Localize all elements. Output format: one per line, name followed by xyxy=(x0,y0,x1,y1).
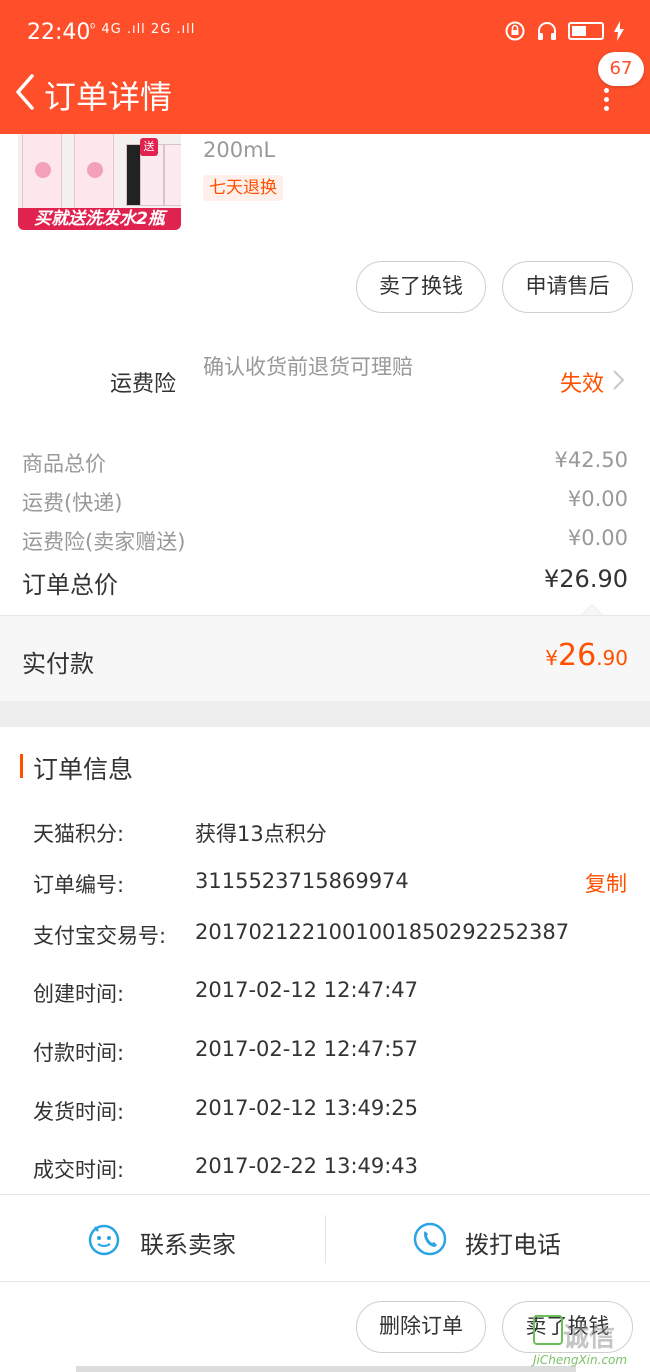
shipping-insurance-status[interactable]: 失效 xyxy=(560,366,604,398)
service-tag: 七天退换 xyxy=(203,175,283,201)
status-icons xyxy=(504,20,624,42)
info-value: 2017021221001001850292252387 xyxy=(195,920,570,944)
delete-order-button[interactable]: 删除订单 xyxy=(356,1301,486,1353)
header: 22:40 ⁰ 4G .ıll 2G .ıll 订单详情 67 xyxy=(0,0,650,134)
info-row-completed: 成交时间: 2017-02-22 13:49:43 xyxy=(33,1154,633,1184)
price-row-insurance: 运费险(卖家赠送) ¥0.00 xyxy=(22,526,628,558)
order-info-title: 订单信息 xyxy=(33,755,134,784)
info-row-paid: 付款时间: 2017-02-12 12:47:57 xyxy=(33,1037,633,1067)
info-label: 付款时间: xyxy=(33,1041,125,1065)
back-icon[interactable] xyxy=(10,70,44,114)
info-value: 3115523715869974 xyxy=(195,869,409,893)
bottle-image xyxy=(74,134,114,214)
gift-tag: 送 xyxy=(140,138,158,156)
chat-face-icon xyxy=(88,1224,120,1256)
info-value: 获得13点积分 xyxy=(195,822,327,846)
price-row-goods: 商品总价 ¥42.50 xyxy=(22,448,628,480)
after-sales-button[interactable]: 申请售后 xyxy=(502,261,633,313)
scroll-indicator xyxy=(76,1366,576,1372)
info-label: 创建时间: xyxy=(33,982,125,1006)
headphones-icon xyxy=(538,22,556,40)
info-label: 支付宝交易号: xyxy=(33,924,167,948)
paid-integer: 26 xyxy=(558,638,597,673)
contact-seller-button[interactable]: 联系卖家 xyxy=(0,1195,325,1283)
watermark-subtext: JiChengXin.com xyxy=(533,1353,628,1367)
chevron-right-icon[interactable] xyxy=(612,368,626,392)
mini-bottle-image xyxy=(164,144,181,206)
call-phone-label: 拨打电话 xyxy=(465,1231,561,1259)
section-accent-bar xyxy=(20,754,23,778)
price-row-shipping: 运费(快递) ¥0.00 xyxy=(22,487,628,519)
order-total-row: 订单总价 ¥26.90 xyxy=(22,565,628,599)
info-value: 2017-02-12 12:47:57 xyxy=(195,1037,419,1061)
price-label: 运费(快递) xyxy=(22,491,123,515)
lock-rotation-icon xyxy=(505,21,525,41)
watermark-mark xyxy=(533,1315,563,1345)
shipping-insurance-label: 运费险 xyxy=(110,372,177,397)
page-title: 订单详情 xyxy=(44,78,173,116)
status-time: 22:40 xyxy=(27,20,91,45)
info-row-points: 天猫积分: 获得13点积分 xyxy=(33,818,633,848)
contact-seller-label: 联系卖家 xyxy=(140,1231,236,1259)
phone-icon xyxy=(413,1222,447,1256)
info-value: 2017-02-12 12:47:47 xyxy=(195,978,419,1002)
order-total-label: 订单总价 xyxy=(22,571,118,599)
info-row-alipay-number: 支付宝交易号: 2017021221001001850292252387 xyxy=(33,920,633,950)
paid-label: 实付款 xyxy=(22,650,94,678)
paid-amount: ¥26.90 xyxy=(545,638,628,673)
paid-amount-box: 实付款 ¥26.90 xyxy=(0,615,650,701)
info-label: 订单编号: xyxy=(33,873,125,897)
info-label: 成交时间: xyxy=(33,1158,125,1182)
watermark-text: 诚信 xyxy=(563,1323,616,1353)
info-row-order-number: 订单编号: 3115523715869974 xyxy=(33,869,633,899)
order-total-value: ¥26.90 xyxy=(544,565,628,593)
watermark-logo: 诚信 JiChengXin.com xyxy=(533,1315,650,1372)
info-row-created: 创建时间: 2017-02-12 12:47:47 xyxy=(33,978,633,1008)
status-bar: 22:40 ⁰ 4G .ıll 2G .ıll xyxy=(0,0,650,64)
paid-decimal: .90 xyxy=(596,646,628,670)
sell-exchange-button[interactable]: 卖了换钱 xyxy=(356,261,486,313)
price-label: 商品总价 xyxy=(22,452,106,476)
price-label: 运费险(卖家赠送) xyxy=(22,530,186,554)
more-menu-icon[interactable] xyxy=(602,88,612,111)
price-value: ¥0.00 xyxy=(567,487,628,511)
info-row-shipped: 发货时间: 2017-02-12 13:49:25 xyxy=(33,1096,633,1126)
section-gap xyxy=(0,701,650,727)
info-value: 2017-02-12 13:49:25 xyxy=(195,1096,419,1120)
charging-icon xyxy=(614,21,624,41)
message-count-badge[interactable]: 67 xyxy=(598,52,644,86)
info-label: 发货时间: xyxy=(33,1100,125,1124)
paid-currency: ¥ xyxy=(545,646,558,670)
price-value: ¥0.00 xyxy=(567,526,628,550)
info-label: 天猫积分: xyxy=(33,822,125,846)
product-spec: 200mL xyxy=(203,138,276,162)
info-value: 2017-02-22 13:49:43 xyxy=(195,1154,419,1178)
product-promo-banner: 买就送洗发水2瓶 xyxy=(18,208,181,230)
battery-icon xyxy=(568,22,604,40)
copy-order-number-button[interactable]: 复制 xyxy=(585,868,627,898)
shipping-insurance-desc: 确认收货前退货可理赔 xyxy=(203,355,413,379)
call-phone-button[interactable]: 拨打电话 xyxy=(325,1195,650,1283)
signal-icon: ⁰ 4G .ıll 2G .ıll xyxy=(90,22,196,37)
order-detail-page: 22:40 ⁰ 4G .ıll 2G .ıll 订单详情 67 买就送洗发水2瓶… xyxy=(0,0,650,1372)
contact-bar: 联系卖家 拨打电话 xyxy=(0,1194,650,1282)
price-value: ¥42.50 xyxy=(554,448,628,472)
bottle-image xyxy=(22,134,62,214)
